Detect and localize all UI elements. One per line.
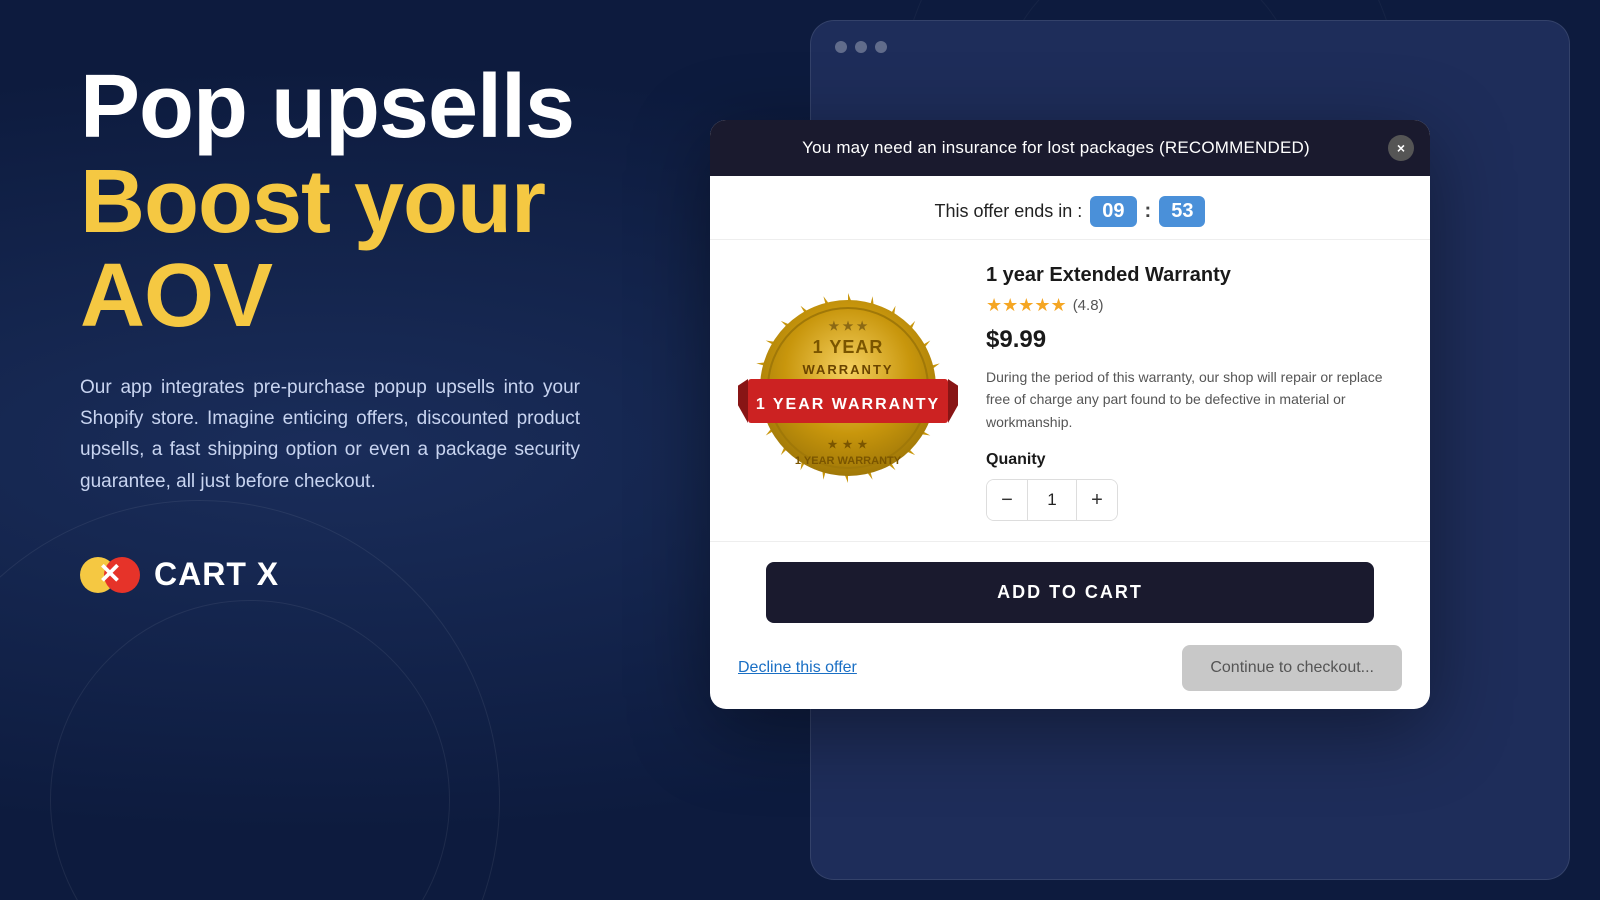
product-price: $9.99 — [986, 326, 1402, 354]
headline-white: Pop upsells Boost your AOV — [80, 60, 660, 344]
quantity-label: Quanity — [986, 451, 1402, 469]
browser-dot-2 — [855, 41, 867, 53]
product-title: 1 year Extended Warranty — [986, 264, 1402, 287]
modal-body: ★ ★ ★ 1 YEAR WARRANTY ★ ★ ★ ★ ★ — [710, 240, 1430, 542]
add-to-cart-section: ADD TO CART — [710, 542, 1430, 627]
quantity-control: − 1 + — [986, 479, 1118, 521]
svg-text:✕: ✕ — [98, 558, 121, 589]
offer-timer: This offer ends in : 09 : 53 — [710, 176, 1430, 240]
product-info: 1 year Extended Warranty ★★★★★ (4.8) $9.… — [986, 264, 1402, 521]
star-rating: ★★★★★ — [986, 295, 1067, 316]
modal-header: You may need an insurance for lost packa… — [710, 120, 1430, 176]
svg-text:★ ★ ★: ★ ★ ★ — [828, 439, 869, 451]
product-description: During the period of this warranty, our … — [986, 366, 1402, 433]
quantity-value: 1 — [1027, 480, 1077, 520]
quantity-decrease-button[interactable]: − — [987, 480, 1027, 520]
left-content: Pop upsells Boost your AOV Our app integ… — [80, 60, 660, 605]
modal-header-text: You may need an insurance for lost packa… — [802, 138, 1310, 157]
product-image-area: ★ ★ ★ 1 YEAR WARRANTY ★ ★ ★ ★ ★ — [738, 264, 958, 521]
browser-dot-1 — [835, 41, 847, 53]
rating-value: (4.8) — [1073, 297, 1104, 314]
svg-text:1 YEAR WARRANTY: 1 YEAR WARRANTY — [795, 455, 902, 467]
popup-modal: You may need an insurance for lost packa… — [710, 120, 1430, 709]
add-to-cart-button[interactable]: ADD TO CART — [766, 562, 1374, 623]
offer-label: This offer ends in : — [935, 201, 1083, 222]
close-button[interactable]: × — [1388, 135, 1414, 161]
browser-dot-3 — [875, 41, 887, 53]
quantity-increase-button[interactable]: + — [1077, 480, 1117, 520]
left-description: Our app integrates pre-purchase popup up… — [80, 372, 580, 497]
svg-text:WARRANTY: WARRANTY — [802, 362, 893, 377]
modal-footer: Decline this offer Continue to checkout.… — [710, 627, 1430, 709]
timer-seconds: 53 — [1159, 196, 1205, 227]
decline-offer-button[interactable]: Decline this offer — [738, 659, 857, 677]
continue-checkout-button[interactable]: Continue to checkout... — [1182, 645, 1402, 691]
warranty-badge-image: ★ ★ ★ 1 YEAR WARRANTY ★ ★ ★ ★ ★ — [738, 283, 958, 503]
svg-text:★ ★ ★: ★ ★ ★ — [829, 319, 868, 333]
svg-text:1 YEAR WARRANTY: 1 YEAR WARRANTY — [756, 396, 940, 413]
timer-minutes: 09 — [1090, 196, 1136, 227]
stars-row: ★★★★★ (4.8) — [986, 295, 1402, 316]
logo-area: ✕ CART X — [80, 545, 660, 605]
browser-dots — [811, 21, 1569, 69]
logo-text: CART X — [154, 556, 279, 593]
svg-text:1 YEAR: 1 YEAR — [813, 337, 884, 357]
cartx-logo-icon: ✕ — [80, 545, 140, 605]
timer-colon-separator: : — [1145, 200, 1152, 223]
